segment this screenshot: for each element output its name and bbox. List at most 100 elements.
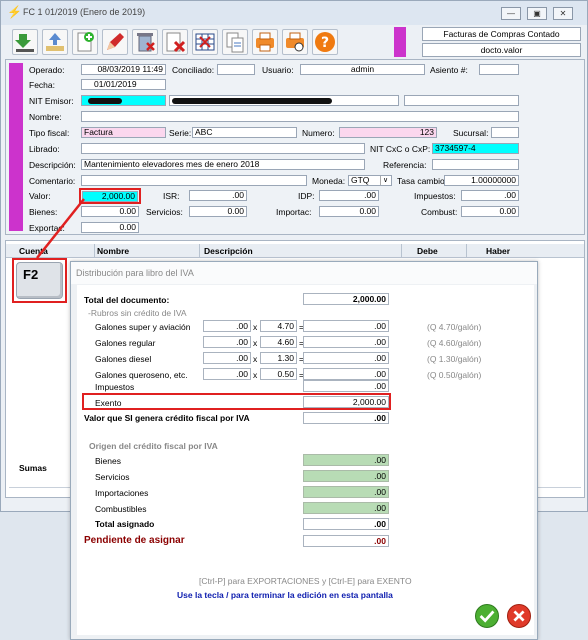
col-descripcion[interactable]: Descripción xyxy=(204,246,253,256)
exento-label: Exento xyxy=(95,398,122,408)
combustibles-field[interactable]: .00 xyxy=(303,502,389,514)
print-icon[interactable] xyxy=(252,29,278,55)
times-sign: x xyxy=(253,338,258,348)
col-debe[interactable]: Debe xyxy=(417,246,438,256)
asiento-field xyxy=(479,64,519,75)
operado-label: Operado: xyxy=(29,65,65,75)
nit-cxc-field[interactable]: 3734597-4 xyxy=(432,143,519,154)
nombre-label: Nombre: xyxy=(29,112,62,122)
valor-si-label: Valor que SI genera crédito fiscal por I… xyxy=(84,413,250,423)
combust-field[interactable]: 0.00 xyxy=(461,206,519,217)
times-sign: x xyxy=(253,322,258,332)
chevron-down-icon[interactable]: ∨ xyxy=(380,176,390,185)
tipo-fiscal-field[interactable]: Factura xyxy=(81,127,166,138)
importac-label: Importac: xyxy=(276,207,312,217)
nombre-field[interactable] xyxy=(81,111,519,122)
tipo-fiscal-label: Tipo fiscal: xyxy=(29,128,70,138)
upload-icon[interactable] xyxy=(42,29,68,55)
galones-price-field: 4.70 xyxy=(260,320,297,332)
conciliado-label: Conciliado: xyxy=(172,65,215,75)
accept-button[interactable] xyxy=(475,604,499,628)
numero-label: Numero: xyxy=(302,128,335,138)
importaciones-field[interactable]: .00 xyxy=(303,486,389,498)
numero-field[interactable]: 123 xyxy=(339,127,437,138)
lightning-icon: ⚡ xyxy=(7,5,22,19)
galones-label: Galones regular xyxy=(95,338,156,348)
cancel-button[interactable] xyxy=(507,604,531,628)
comentario-field[interactable] xyxy=(81,175,307,186)
referencia-field[interactable] xyxy=(432,159,519,170)
pendiente-field: .00 xyxy=(303,535,389,547)
galones-rate-note: (Q 4.70/galón) xyxy=(427,322,482,332)
fecha-field[interactable]: 01/01/2019 xyxy=(81,79,166,90)
descripcion-field[interactable]: Mantenimiento elevadores mes de enero 20… xyxy=(81,159,365,170)
importac-field[interactable]: 0.00 xyxy=(319,206,379,217)
usuario-field: admin xyxy=(300,64,425,75)
minimize-button[interactable]: — xyxy=(501,7,521,20)
galones-amount-field: .00 xyxy=(303,336,389,348)
svg-text:?: ? xyxy=(321,35,329,51)
exento-field[interactable]: 2,000.00 xyxy=(303,396,389,408)
times-sign: x xyxy=(253,354,258,364)
nit-field[interactable] xyxy=(81,95,166,106)
col-nombre[interactable]: Nombre xyxy=(97,246,129,256)
window-title: FC 1 01/2019 (Enero de 2019) xyxy=(23,7,146,17)
galones-rate-note: (Q 0.50/galón) xyxy=(427,370,482,380)
galones-price-field: 1.30 xyxy=(260,352,297,364)
galones-qty-field[interactable]: .00 xyxy=(203,320,251,332)
edit-hint: Use la tecla / para terminar la edición … xyxy=(177,590,393,600)
galones-qty-field[interactable]: .00 xyxy=(203,336,251,348)
nit-label: NIT Emisor: xyxy=(29,96,74,106)
serie-field[interactable]: ABC xyxy=(192,127,297,138)
maximize-button[interactable]: ▣ xyxy=(527,7,547,20)
tasa-field[interactable]: 1.00000000 xyxy=(444,175,519,186)
combust-label: Combust: xyxy=(421,207,458,217)
copy-document-icon[interactable] xyxy=(222,29,248,55)
title-bar: ⚡ FC 1 01/2019 (Enero de 2019) — ▣ ✕ xyxy=(1,1,587,25)
moneda-label: Moneda: xyxy=(312,176,346,186)
galones-price-field: 0.50 xyxy=(260,368,297,380)
delete-icon[interactable] xyxy=(132,29,158,55)
impuestos-field[interactable]: .00 xyxy=(303,380,389,392)
conciliado-field xyxy=(217,64,255,75)
sucursal-field[interactable] xyxy=(491,127,519,138)
idp-field[interactable]: .00 xyxy=(319,190,379,201)
galones-qty-field[interactable]: .00 xyxy=(203,368,251,380)
galones-qty-field[interactable]: .00 xyxy=(203,352,251,364)
sumas-label: Sumas xyxy=(19,463,47,473)
usuario-label: Usuario: xyxy=(262,65,294,75)
col-haber[interactable]: Haber xyxy=(486,246,510,256)
impuestos-field[interactable]: .00 xyxy=(461,190,519,201)
galones-amount-field: .00 xyxy=(303,352,389,364)
close-button[interactable]: ✕ xyxy=(553,7,573,20)
times-sign: x xyxy=(253,370,258,380)
rubros-label: -Rubros sin crédito de IVA xyxy=(88,308,187,318)
servicios-field[interactable]: .00 xyxy=(303,470,389,482)
print-preview-icon[interactable] xyxy=(282,29,308,55)
idp-label: IDP: xyxy=(298,191,315,201)
librado-field[interactable] xyxy=(81,143,365,154)
pendiente-label: Pendiente de asignar xyxy=(84,535,185,546)
referencia-label: Referencia: xyxy=(383,160,427,170)
moneda-value: GTQ xyxy=(351,175,370,185)
download-icon[interactable] xyxy=(12,29,38,55)
bienes-field[interactable]: .00 xyxy=(303,454,389,466)
edit-icon[interactable] xyxy=(102,29,128,55)
servicios-field[interactable]: 0.00 xyxy=(189,206,247,217)
importaciones-label: Importaciones xyxy=(95,488,149,498)
isr-field[interactable]: .00 xyxy=(189,190,247,201)
comentario-label: Comentario: xyxy=(29,176,76,186)
sucursal-label: Sucursal: xyxy=(453,128,489,138)
grid-icon[interactable] xyxy=(192,29,218,55)
asiento-label: Asiento #: xyxy=(430,65,468,75)
impuestos-label: Impuestos xyxy=(95,382,135,392)
valor-si-field: .00 xyxy=(303,412,389,424)
f2-key-icon: F2 xyxy=(16,262,63,299)
new-document-icon[interactable] xyxy=(72,29,98,55)
callout-line xyxy=(36,198,85,259)
cancel-document-icon[interactable] xyxy=(162,29,188,55)
help-icon[interactable]: ? xyxy=(312,29,338,55)
moneda-select[interactable]: GTQ ∨ xyxy=(348,175,392,186)
galones-amount-field: .00 xyxy=(303,368,389,380)
iva-distribution-dialog: Distribución para libro del IVA Total de… xyxy=(70,261,538,640)
